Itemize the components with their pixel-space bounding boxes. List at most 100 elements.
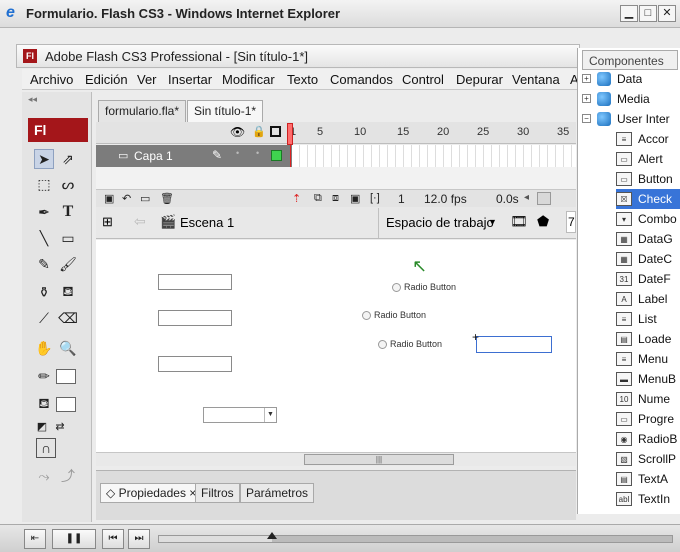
stroke-color-icon[interactable]: ✏	[34, 366, 54, 386]
radio-button[interactable]: Radio Button	[392, 282, 456, 292]
stroke-color-swatch[interactable]	[56, 369, 76, 384]
hand-tool-icon[interactable]: ✋	[34, 338, 54, 358]
timeline-scroll-thumb[interactable]	[537, 192, 551, 205]
tab-parametros[interactable]: Parámetros	[240, 483, 315, 503]
layer-row[interactable]: ▭ Capa 1 ✎ • •	[96, 145, 576, 167]
fill-color-swatch[interactable]	[56, 397, 76, 412]
subselection-tool-icon[interactable]: ⇗	[58, 149, 78, 169]
component-item[interactable]: ▭ Button	[616, 169, 680, 189]
component-item[interactable]: ◉ RadioB	[616, 429, 680, 449]
snap-to-objects-icon[interactable]: ∩	[36, 438, 56, 458]
category-data[interactable]: Data	[597, 69, 642, 89]
rewind-button[interactable]: ⇤	[24, 529, 46, 549]
tab-formulario[interactable]: formulario.fla*	[98, 100, 187, 122]
back-arrow-icon[interactable]: ⇦	[134, 213, 146, 230]
rectangle-tool-icon[interactable]: ▭	[58, 228, 78, 248]
component-item[interactable]: ▭ Progre	[616, 409, 680, 429]
smooth-icon[interactable]: ⤳	[34, 466, 54, 486]
eyedropper-tool-icon[interactable]: ⟋	[34, 308, 54, 328]
menu-comandos[interactable]: Comandos	[330, 72, 393, 87]
text-input-field[interactable]	[158, 274, 232, 290]
lock-dot-icon[interactable]: •	[256, 148, 259, 158]
onion-skin-icon[interactable]: ⧉	[314, 192, 322, 205]
outline-icon[interactable]	[270, 126, 281, 137]
delete-layer-icon[interactable]: 🗑	[160, 192, 174, 205]
menu-control[interactable]: Control	[402, 72, 444, 87]
menu-ver[interactable]: Ver	[137, 72, 157, 87]
video-progress-knob-icon[interactable]	[266, 532, 277, 539]
free-transform-tool-icon[interactable]: ⬚	[34, 174, 54, 194]
component-item[interactable]: ▭ Alert	[616, 149, 680, 169]
component-item[interactable]: ▧ ScrollP	[616, 449, 680, 469]
workspace-dropdown[interactable]: Espacio de trabajo	[386, 215, 494, 230]
onion-markers-icon[interactable]: [·]	[370, 192, 380, 204]
component-item[interactable]: ☒ Check	[616, 189, 680, 209]
menu-modificar[interactable]: Modificar	[222, 72, 275, 87]
component-item[interactable]: A Label	[616, 289, 680, 309]
menu-ventana[interactable]: Ventana	[512, 72, 560, 87]
maximize-button[interactable]: □	[639, 5, 657, 22]
component-item[interactable]: ≡ Menu	[616, 349, 680, 369]
category-media[interactable]: Media	[597, 89, 650, 109]
menu-archivo[interactable]: Archivo	[30, 72, 73, 87]
paint-bucket-tool-icon[interactable]: ⛾	[58, 282, 78, 302]
eye-icon[interactable]: 👁	[230, 125, 245, 139]
component-item[interactable]: 10 Nume	[616, 389, 680, 409]
menu-texto[interactable]: Texto	[287, 72, 318, 87]
insert-folder-icon[interactable]: ▭	[140, 192, 150, 205]
tab-propiedades[interactable]: ◇ Propiedades ×	[100, 483, 203, 503]
text-tool-icon[interactable]: T	[58, 202, 78, 222]
edit-scene-icon[interactable]: ⬟	[537, 213, 549, 230]
playhead-icon[interactable]	[287, 123, 293, 145]
scroll-left-icon[interactable]: ◂	[524, 192, 529, 203]
collapse-arrows-icon[interactable]: ◂◂	[28, 94, 37, 105]
stage-horizontal-scrollbar[interactable]: |||	[96, 452, 576, 466]
close-button[interactable]: ✕	[658, 5, 676, 22]
video-progress-track[interactable]	[158, 532, 673, 543]
motion-guide-icon[interactable]: ↶	[122, 192, 131, 205]
layer-name-cell[interactable]: ▭ Capa 1 ✎ • •	[96, 145, 292, 167]
line-tool-icon[interactable]: ╲	[34, 228, 54, 248]
straighten-icon[interactable]: ⤴	[58, 466, 78, 486]
pause-button[interactable]: ❚❚	[52, 529, 96, 549]
component-item[interactable]: abl TextIn	[616, 489, 680, 509]
timeline-toggle-icon[interactable]: ⊞	[102, 214, 113, 230]
onion-outlines-icon[interactable]: ⧈	[332, 192, 339, 205]
lock-icon[interactable]: 🔒	[252, 125, 266, 138]
menu-depurar[interactable]: Depurar	[456, 72, 503, 87]
component-item[interactable]: ▦ DateC	[616, 249, 680, 269]
minimize-button[interactable]: ▁	[620, 5, 638, 22]
edit-symbols-icon[interactable]: 🎞	[510, 213, 528, 230]
lasso-tool-icon[interactable]: ᔕ	[58, 174, 78, 194]
component-item[interactable]: ▾ Combo	[616, 209, 680, 229]
collapse-icon[interactable]: −	[582, 114, 591, 123]
previous-button[interactable]: ⏮	[102, 529, 124, 549]
component-item[interactable]: ▤ TextA	[616, 469, 680, 489]
pencil-tool-icon[interactable]: ✎	[34, 254, 54, 274]
visibility-dot-icon[interactable]: •	[236, 148, 239, 158]
stage[interactable]: ▼ Radio Button Radio Button Radio Button…	[96, 240, 576, 452]
chevron-down-icon[interactable]: ▼	[488, 217, 497, 227]
combobox-arrow-icon[interactable]: ▼	[264, 408, 276, 422]
layer-color-icon[interactable]	[271, 150, 282, 161]
brush-tool-icon[interactable]: 🖌	[58, 254, 78, 274]
component-item[interactable]: ≡ Accor	[616, 129, 680, 149]
insert-layer-icon[interactable]: ▣	[104, 192, 114, 205]
combobox-field[interactable]: ▼	[203, 407, 277, 423]
edit-multiple-frames-icon[interactable]: ▣	[350, 192, 360, 205]
frames-grid[interactable]	[292, 145, 576, 167]
ink-bottle-tool-icon[interactable]: ⚱	[34, 282, 54, 302]
component-item[interactable]: ≡ List	[616, 309, 680, 329]
fill-color-icon[interactable]: ⛾	[34, 394, 54, 414]
center-frame-icon[interactable]: ⇡	[292, 192, 301, 205]
selection-tool-icon[interactable]: ➤	[34, 149, 54, 169]
eraser-tool-icon[interactable]: ⌫	[58, 308, 78, 328]
zoom-tool-icon[interactable]: 🔍	[58, 338, 78, 358]
components-header[interactable]: Componentes	[582, 50, 678, 70]
radio-button[interactable]: Radio Button	[378, 339, 442, 349]
menu-insertar[interactable]: Insertar	[168, 72, 212, 87]
text-input-field[interactable]	[158, 310, 232, 326]
menu-edicion[interactable]: Edición	[85, 72, 128, 87]
pen-tool-icon[interactable]: ✒	[34, 202, 54, 222]
zoom-field[interactable]: 7	[566, 211, 576, 233]
